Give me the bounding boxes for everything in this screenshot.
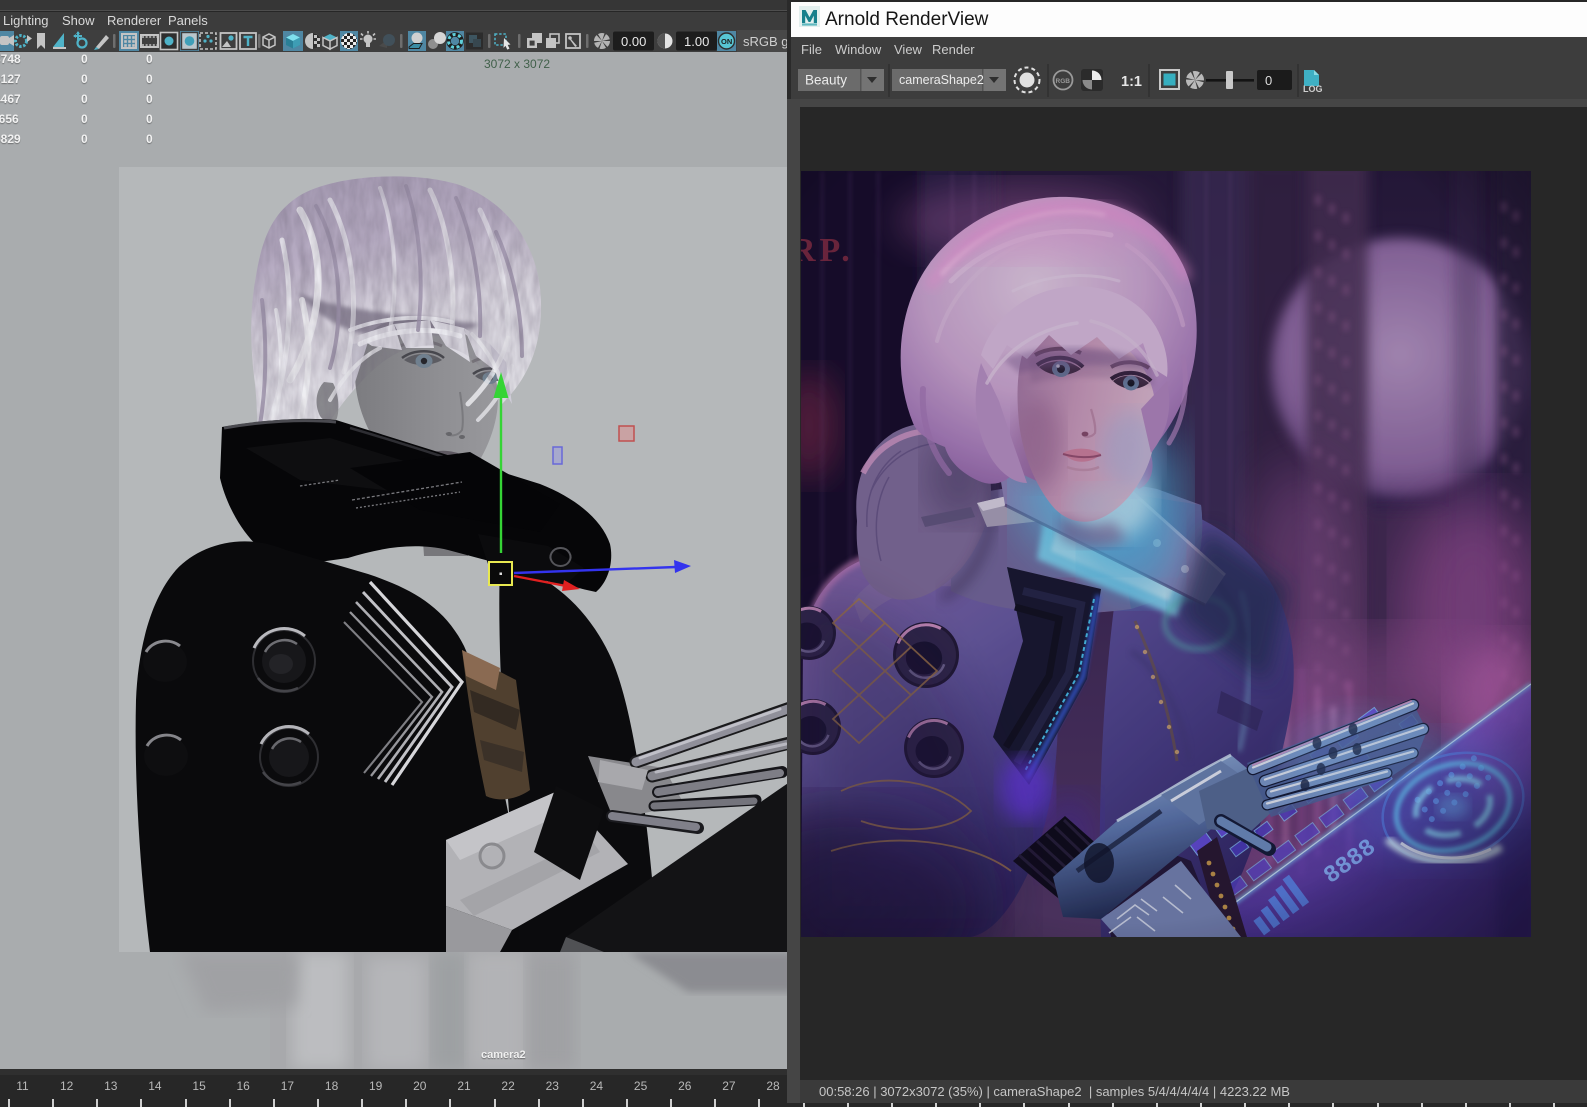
svg-text:0: 0 xyxy=(1265,73,1272,88)
svg-text:ON: ON xyxy=(721,37,732,46)
svg-text:sRGB gam: sRGB gam xyxy=(743,34,790,49)
svg-text:RGB: RGB xyxy=(1056,78,1071,85)
svg-text:1:1: 1:1 xyxy=(1121,74,1142,90)
svg-text:cameraShape2: cameraShape2 xyxy=(899,73,984,87)
svg-text:0.00: 0.00 xyxy=(621,34,646,49)
svg-text:Beauty: Beauty xyxy=(805,73,847,88)
svg-text:LOG: LOG xyxy=(1303,84,1323,94)
svg-text:1.00: 1.00 xyxy=(684,34,709,49)
